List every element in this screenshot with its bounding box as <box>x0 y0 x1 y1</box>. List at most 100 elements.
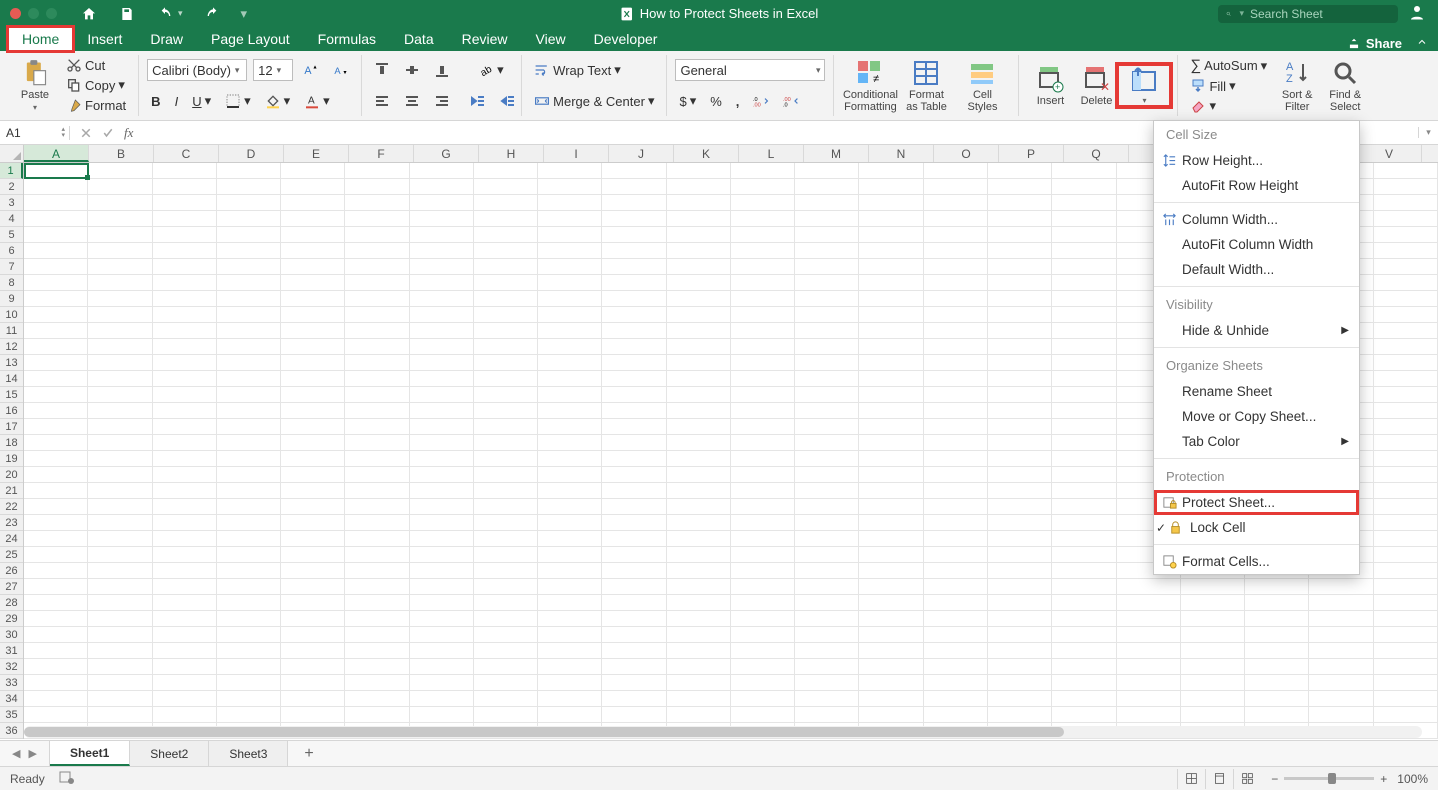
sheet-tab-3[interactable]: Sheet3 <box>209 741 288 766</box>
row-header-6[interactable]: 6 <box>0 243 23 259</box>
zoom-in-button[interactable]: + <box>1380 772 1387 786</box>
align-top-icon[interactable] <box>370 60 394 80</box>
fx-label[interactable]: fx <box>124 125 133 141</box>
zoom-out-button[interactable]: − <box>1271 772 1278 786</box>
insert-cells-button[interactable]: +Insert <box>1027 65 1073 107</box>
col-header-O[interactable]: O <box>934 145 999 162</box>
redo-icon[interactable] <box>201 4 225 24</box>
number-format-combo[interactable]: General▾ <box>675 59 825 81</box>
select-all-corner[interactable] <box>0 145 24 163</box>
menu-move-copy[interactable]: Move or Copy Sheet... <box>1154 404 1359 429</box>
row-header-14[interactable]: 14 <box>0 371 23 387</box>
close-dot[interactable] <box>10 8 21 19</box>
format-as-table-button[interactable]: Format as Table <box>898 59 954 113</box>
increase-decimal-icon[interactable]: .0.00 <box>749 91 773 111</box>
increase-font-icon[interactable]: A▲ <box>299 60 323 80</box>
row-header-11[interactable]: 11 <box>0 323 23 339</box>
sort-filter-button[interactable]: AZSort & Filter <box>1275 55 1319 116</box>
row-header-36[interactable]: 36 <box>0 723 23 739</box>
merge-center-button[interactable]: Merge & Center ▾ <box>530 91 658 111</box>
cut-button[interactable]: Cut <box>62 55 130 75</box>
row-header-23[interactable]: 23 <box>0 515 23 531</box>
col-header-V[interactable]: V <box>1357 145 1422 162</box>
comma-button[interactable]: , <box>732 92 744 111</box>
autosum-button[interactable]: ∑ AutoSum ▾ <box>1186 55 1271 76</box>
underline-button[interactable]: U ▾ <box>188 91 215 111</box>
col-header-J[interactable]: J <box>609 145 674 162</box>
name-box[interactable]: A1▴▾ <box>0 126 70 140</box>
menu-tab-color[interactable]: Tab Color▶ <box>1154 429 1359 454</box>
decrease-indent-icon[interactable] <box>466 91 490 111</box>
cell-styles-button[interactable]: Cell Styles <box>954 59 1010 113</box>
collapse-ribbon-icon[interactable] <box>1416 36 1428 51</box>
col-header-Q[interactable]: Q <box>1064 145 1129 162</box>
home-icon[interactable] <box>77 4 101 24</box>
font-size-combo[interactable]: 12▾ <box>253 59 293 81</box>
italic-button[interactable]: I <box>171 92 183 111</box>
zoom-slider[interactable]: − + <box>1271 772 1387 786</box>
fill-color-button[interactable]: ▾ <box>261 91 295 111</box>
bold-button[interactable]: B <box>147 92 164 111</box>
row-header-35[interactable]: 35 <box>0 707 23 723</box>
tab-developer[interactable]: Developer <box>580 27 672 51</box>
menu-rename-sheet[interactable]: Rename Sheet <box>1154 379 1359 404</box>
row-header-4[interactable]: 4 <box>0 211 23 227</box>
col-header-N[interactable]: N <box>869 145 934 162</box>
decrease-decimal-icon[interactable]: .00.0 <box>779 91 803 111</box>
col-header-F[interactable]: F <box>349 145 414 162</box>
add-sheet-button[interactable]: + <box>288 741 329 766</box>
row-header-15[interactable]: 15 <box>0 387 23 403</box>
align-bottom-icon[interactable] <box>430 60 454 80</box>
conditional-formatting-button[interactable]: ≠Conditional Formatting <box>842 59 898 113</box>
format-painter-button[interactable]: Format <box>62 96 130 116</box>
row-header-13[interactable]: 13 <box>0 355 23 371</box>
menu-default-width[interactable]: Default Width... <box>1154 257 1359 282</box>
horizontal-scrollbar[interactable] <box>24 726 1422 738</box>
find-select-button[interactable]: Find & Select <box>1323 55 1367 116</box>
menu-protect-sheet[interactable]: Protect Sheet... <box>1154 490 1359 515</box>
menu-col-width[interactable]: Column Width... <box>1154 207 1359 232</box>
tab-page-layout[interactable]: Page Layout <box>197 27 304 51</box>
menu-autofit-col[interactable]: AutoFit Column Width <box>1154 232 1359 257</box>
row-header-16[interactable]: 16 <box>0 403 23 419</box>
tab-home[interactable]: Home <box>8 27 73 51</box>
normal-view-icon[interactable] <box>1177 769 1205 789</box>
search-sheet[interactable]: ▾ <box>1218 5 1398 23</box>
align-right-icon[interactable] <box>430 91 454 111</box>
fill-button[interactable]: Fill ▾ <box>1186 76 1271 96</box>
wrap-text-button[interactable]: Wrap Text ▾ <box>530 60 625 80</box>
row-header-5[interactable]: 5 <box>0 227 23 243</box>
col-header-C[interactable]: C <box>154 145 219 162</box>
row-header-3[interactable]: 3 <box>0 195 23 211</box>
font-name-combo[interactable]: Calibri (Body)▾ <box>147 59 247 81</box>
col-header-M[interactable]: M <box>804 145 869 162</box>
menu-hide-unhide[interactable]: Hide & Unhide▶ <box>1154 318 1359 343</box>
search-input[interactable] <box>1250 7 1390 21</box>
row-header-29[interactable]: 29 <box>0 611 23 627</box>
tab-formulas[interactable]: Formulas <box>304 27 390 51</box>
row-headers[interactable]: 1234567891011121314151617181920212223242… <box>0 163 24 739</box>
sheet-tab-2[interactable]: Sheet2 <box>130 741 209 766</box>
menu-row-height[interactable]: Row Height... <box>1154 148 1359 173</box>
clear-button[interactable]: ▾ <box>1186 96 1271 116</box>
col-header-H[interactable]: H <box>479 145 544 162</box>
row-header-33[interactable]: 33 <box>0 675 23 691</box>
row-header-28[interactable]: 28 <box>0 595 23 611</box>
col-header-A[interactable]: A <box>24 145 89 162</box>
currency-button[interactable]: $ ▾ <box>675 91 700 111</box>
align-middle-icon[interactable] <box>400 60 424 80</box>
row-header-24[interactable]: 24 <box>0 531 23 547</box>
paste-button[interactable]: Paste▾ <box>14 55 56 116</box>
row-header-34[interactable]: 34 <box>0 691 23 707</box>
row-header-17[interactable]: 17 <box>0 419 23 435</box>
increase-indent-icon[interactable] <box>496 91 520 111</box>
user-icon[interactable] <box>1408 3 1426 24</box>
qat-more[interactable]: ▾ <box>241 6 248 22</box>
border-button[interactable]: ▾ <box>221 91 255 111</box>
tab-review[interactable]: Review <box>448 27 522 51</box>
delete-cells-button[interactable]: ✕Delete <box>1073 65 1119 107</box>
row-header-30[interactable]: 30 <box>0 627 23 643</box>
row-header-21[interactable]: 21 <box>0 483 23 499</box>
row-header-1[interactable]: 1 <box>0 163 23 179</box>
row-header-7[interactable]: 7 <box>0 259 23 275</box>
